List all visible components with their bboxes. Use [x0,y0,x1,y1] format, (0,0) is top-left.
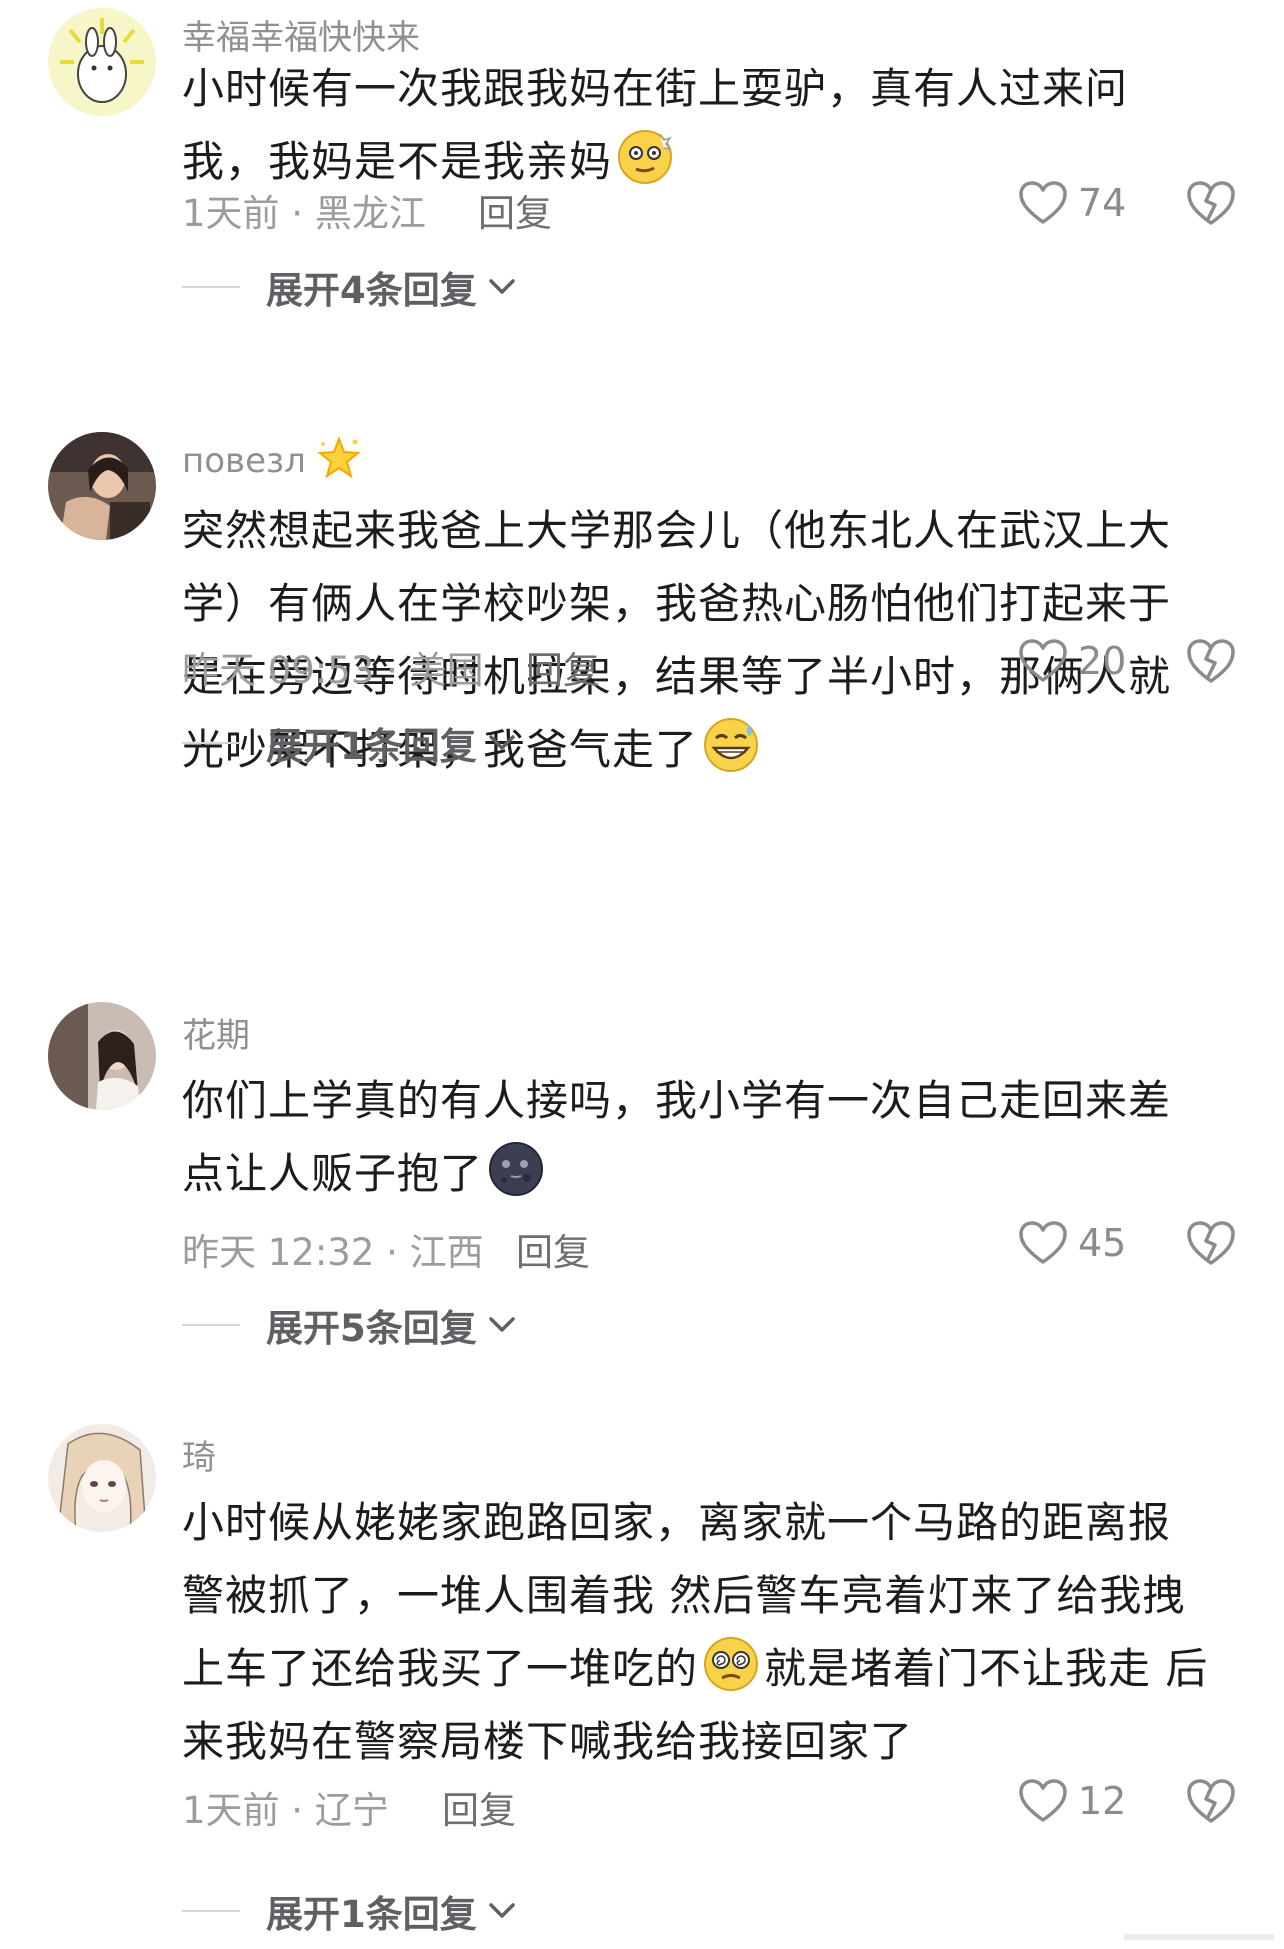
comment-text: 小时候有一次我跟我妈在街上耍驴，真有人过来问 我，我妈是不是我亲妈 [182,52,1242,198]
grinning-sweat-emoji [704,718,759,772]
watermark [1124,1934,1274,1940]
broken-heart-icon[interactable] [1186,637,1236,685]
spiral-eyes-emoji [704,1637,759,1691]
expand-replies-button[interactable]: 展开1条回复 [182,718,517,768]
broken-heart-icon[interactable] [1186,179,1236,227]
chevron-down-icon [489,1317,515,1332]
expand-replies-label: 展开5条回复 [266,1307,477,1350]
expand-replies-label: 展开1条回复 [266,1893,477,1936]
like-count: 45 [1078,1221,1127,1265]
comment-meta: 昨天 09:53 · 美国 [182,649,484,692]
divider [182,286,240,288]
like-button[interactable]: 20 [1018,636,1126,686]
heart-icon [1019,1221,1067,1264]
avatar[interactable] [48,1002,156,1110]
like-button[interactable]: 74 [1018,178,1126,228]
username[interactable]: 琦 [182,1430,216,1479]
divider [182,742,240,744]
comment-meta: 1天前 · 辽宁 [182,1789,389,1832]
dizzy-face-emoji [618,130,673,184]
comment-line: 你们上学真的有人接吗，我小学有一次自己走回来差 [182,1076,1172,1125]
heart-icon [1019,639,1067,682]
expand-replies-label: 展开4条回复 [266,269,477,312]
like-count: 20 [1078,639,1127,683]
expand-replies-button[interactable]: 展开4条回复 [182,262,517,312]
divider [182,1324,240,1326]
username[interactable]: повезл [182,436,361,481]
avatar[interactable] [48,8,156,116]
comment-line: 突然想起来我爸上大学那会儿（他东北人在武汉上大 [182,506,1172,555]
expand-replies-label: 展开1条回复 [266,725,477,768]
divider [182,1910,240,1912]
star-sparkle-emoji [317,436,361,479]
comment-line: 上车了还给我买了一堆吃的 就是堵着门不让我走 后 [182,1632,1242,1705]
avatar[interactable] [48,432,156,540]
new-moon-face-emoji [489,1142,544,1196]
like-count: 12 [1078,1779,1127,1823]
avatar[interactable] [48,1424,156,1532]
reply-button[interactable]: 回复 [526,640,600,694]
comment-line: 小时候有一次我跟我妈在街上耍驴，真有人过来问 [182,64,1129,113]
comment-line: 警被抓了，一堆人围着我 然后警车亮着灯来了给我拽 [182,1571,1186,1620]
comment-meta: 1天前 · 黑龙江 [182,192,426,235]
broken-heart-icon[interactable] [1186,1219,1236,1267]
like-count: 74 [1078,181,1127,225]
comment-text: 你们上学真的有人接吗，我小学有一次自己走回来差 点让人贩子抱了 [182,1064,1242,1210]
reply-button[interactable]: 回复 [442,1780,516,1834]
heart-icon [1019,181,1067,224]
comment-line: 小时候从姥姥家跑路回家，离家就一个马路的距离报 [182,1498,1172,1547]
reply-button[interactable]: 回复 [478,183,552,237]
chevron-down-icon [489,735,515,750]
chevron-down-icon [489,279,515,294]
comment-line: 学）有俩人在学校吵架，我爸热心肠怕他们打起来于 [182,579,1172,628]
comment-text: 小时候从姥姥家跑路回家，离家就一个马路的距离报 警被抓了，一堆人围着我 然后警车… [182,1486,1242,1778]
broken-heart-icon[interactable] [1186,1777,1236,1825]
username[interactable]: 花期 [182,1008,250,1057]
expand-replies-button[interactable]: 展开5条回复 [182,1300,517,1350]
comment-line: 点让人贩子抱了 [182,1137,1242,1210]
chevron-down-icon [489,1903,515,1918]
expand-replies-button[interactable]: 展开1条回复 [182,1886,517,1936]
like-button[interactable]: 12 [1018,1776,1126,1826]
comment-line: 来我妈在警察局楼下喊我给我接回家了 [182,1717,914,1766]
heart-icon [1019,1779,1067,1822]
like-button[interactable]: 45 [1018,1218,1126,1268]
reply-button[interactable]: 回复 [516,1222,590,1276]
comment-meta: 昨天 12:32 · 江西 [182,1231,484,1274]
